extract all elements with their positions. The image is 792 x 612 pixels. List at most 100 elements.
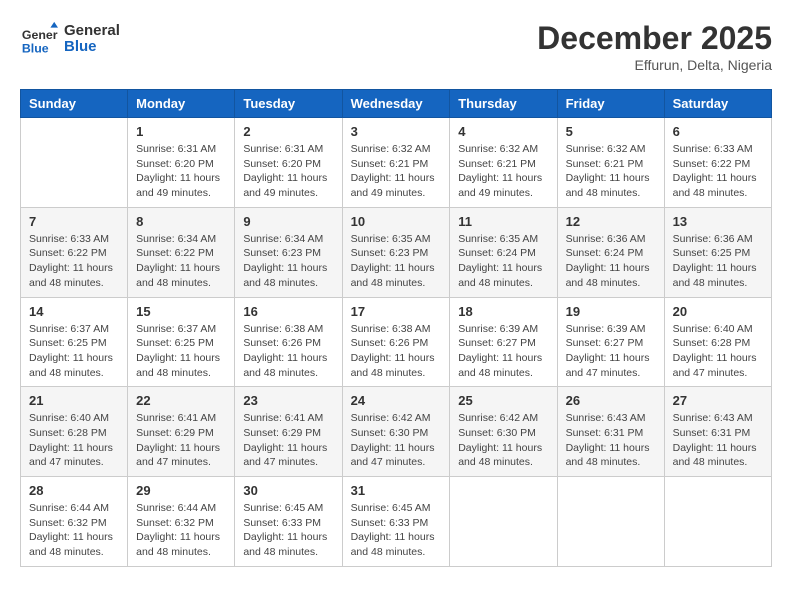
day-info: Sunrise: 6:43 AM Sunset: 6:31 PM Dayligh… [566, 411, 656, 470]
day-number: 17 [351, 304, 442, 319]
day-number: 3 [351, 124, 442, 139]
day-number: 20 [673, 304, 763, 319]
calendar-cell: 16 Sunrise: 6:38 AM Sunset: 6:26 PM Dayli… [235, 297, 342, 387]
day-header-tuesday: Tuesday [235, 90, 342, 118]
day-info: Sunrise: 6:31 AM Sunset: 6:20 PM Dayligh… [136, 142, 226, 201]
calendar-cell: 25 Sunrise: 6:42 AM Sunset: 6:30 PM Dayli… [450, 387, 557, 477]
calendar-cell: 7 Sunrise: 6:33 AM Sunset: 6:22 PM Daylig… [21, 207, 128, 297]
calendar-cell: 6 Sunrise: 6:33 AM Sunset: 6:22 PM Daylig… [664, 118, 771, 208]
day-info: Sunrise: 6:32 AM Sunset: 6:21 PM Dayligh… [351, 142, 442, 201]
calendar-cell: 4 Sunrise: 6:32 AM Sunset: 6:21 PM Daylig… [450, 118, 557, 208]
day-info: Sunrise: 6:40 AM Sunset: 6:28 PM Dayligh… [29, 411, 119, 470]
day-info: Sunrise: 6:35 AM Sunset: 6:23 PM Dayligh… [351, 232, 442, 291]
day-header-wednesday: Wednesday [342, 90, 450, 118]
day-info: Sunrise: 6:39 AM Sunset: 6:27 PM Dayligh… [458, 322, 548, 381]
calendar-cell: 28Sunrise: 6:44 AM Sunset: 6:32 PM Dayli… [21, 477, 128, 567]
day-number: 24 [351, 393, 442, 408]
svg-text:General: General [22, 28, 58, 42]
day-number: 15 [136, 304, 226, 319]
svg-text:Blue: Blue [22, 41, 49, 55]
calendar-cell [664, 477, 771, 567]
calendar-cell: 19 Sunrise: 6:39 AM Sunset: 6:27 PM Dayli… [557, 297, 664, 387]
calendar-cell: 17 Sunrise: 6:38 AM Sunset: 6:26 PM Dayli… [342, 297, 450, 387]
calendar-cell: 14 Sunrise: 6:37 AM Sunset: 6:25 PM Dayli… [21, 297, 128, 387]
day-info: Sunrise: 6:34 AM Sunset: 6:23 PM Dayligh… [243, 232, 333, 291]
logo: General Blue General Blue [20, 20, 120, 58]
day-number: 18 [458, 304, 548, 319]
day-number: 7 [29, 214, 119, 229]
day-info: Sunrise: 6:31 AM Sunset: 6:20 PM Dayligh… [243, 142, 333, 201]
day-info: Sunrise: 6:39 AM Sunset: 6:27 PM Dayligh… [566, 322, 656, 381]
day-info: Sunrise: 6:44 AM Sunset: 6:32 PM Dayligh… [29, 501, 119, 560]
day-number: 14 [29, 304, 119, 319]
calendar-cell: 18 Sunrise: 6:39 AM Sunset: 6:27 PM Dayli… [450, 297, 557, 387]
calendar-table: SundayMondayTuesdayWednesdayThursdayFrid… [20, 89, 772, 567]
day-info: Sunrise: 6:32 AM Sunset: 6:21 PM Dayligh… [566, 142, 656, 201]
day-number: 23 [243, 393, 333, 408]
day-info: Sunrise: 6:34 AM Sunset: 6:22 PM Dayligh… [136, 232, 226, 291]
day-number: 4 [458, 124, 548, 139]
calendar-cell: 23 Sunrise: 6:41 AM Sunset: 6:29 PM Dayli… [235, 387, 342, 477]
calendar-cell: 2 Sunrise: 6:31 AM Sunset: 6:20 PM Daylig… [235, 118, 342, 208]
calendar-cell: 5 Sunrise: 6:32 AM Sunset: 6:21 PM Daylig… [557, 118, 664, 208]
day-info: Sunrise: 6:33 AM Sunset: 6:22 PM Dayligh… [29, 232, 119, 291]
day-number: 26 [566, 393, 656, 408]
day-info: Sunrise: 6:37 AM Sunset: 6:25 PM Dayligh… [29, 322, 119, 381]
day-number: 13 [673, 214, 763, 229]
day-number: 1 [136, 124, 226, 139]
day-header-thursday: Thursday [450, 90, 557, 118]
day-number: 12 [566, 214, 656, 229]
day-info: Sunrise: 6:42 AM Sunset: 6:30 PM Dayligh… [351, 411, 442, 470]
day-number: 8 [136, 214, 226, 229]
day-number: 5 [566, 124, 656, 139]
day-info: Sunrise: 6:45 AM Sunset: 6:33 PM Dayligh… [351, 501, 442, 560]
day-header-monday: Monday [128, 90, 235, 118]
calendar-cell: 12Sunrise: 6:36 AM Sunset: 6:24 PM Dayli… [557, 207, 664, 297]
day-number: 6 [673, 124, 763, 139]
calendar-cell: 22 Sunrise: 6:41 AM Sunset: 6:29 PM Dayli… [128, 387, 235, 477]
calendar-cell: 15Sunrise: 6:37 AM Sunset: 6:25 PM Dayli… [128, 297, 235, 387]
day-number: 2 [243, 124, 333, 139]
day-number: 22 [136, 393, 226, 408]
day-header-saturday: Saturday [664, 90, 771, 118]
day-number: 30 [243, 483, 333, 498]
calendar-header-row: SundayMondayTuesdayWednesdayThursdayFrid… [21, 90, 772, 118]
day-info: Sunrise: 6:33 AM Sunset: 6:22 PM Dayligh… [673, 142, 763, 201]
day-number: 10 [351, 214, 442, 229]
day-number: 11 [458, 214, 548, 229]
calendar-cell [21, 118, 128, 208]
calendar-cell: 26 Sunrise: 6:43 AM Sunset: 6:31 PM Dayli… [557, 387, 664, 477]
day-info: Sunrise: 6:43 AM Sunset: 6:31 PM Dayligh… [673, 411, 763, 470]
calendar-cell: 29Sunrise: 6:44 AM Sunset: 6:32 PM Dayli… [128, 477, 235, 567]
calendar-cell: 8 Sunrise: 6:34 AM Sunset: 6:22 PM Daylig… [128, 207, 235, 297]
day-number: 16 [243, 304, 333, 319]
calendar-week-row: 21 Sunrise: 6:40 AM Sunset: 6:28 PM Dayli… [21, 387, 772, 477]
logo-icon: General Blue [20, 20, 58, 58]
calendar-cell: 20Sunrise: 6:40 AM Sunset: 6:28 PM Dayli… [664, 297, 771, 387]
calendar-week-row: 14 Sunrise: 6:37 AM Sunset: 6:25 PM Dayli… [21, 297, 772, 387]
calendar-cell: 13Sunrise: 6:36 AM Sunset: 6:25 PM Dayli… [664, 207, 771, 297]
calendar-cell [450, 477, 557, 567]
calendar-cell: 27Sunrise: 6:43 AM Sunset: 6:31 PM Dayli… [664, 387, 771, 477]
logo-general: General [64, 23, 120, 40]
day-number: 19 [566, 304, 656, 319]
calendar-cell: 31Sunrise: 6:45 AM Sunset: 6:33 PM Dayli… [342, 477, 450, 567]
calendar-cell: 1 Sunrise: 6:31 AM Sunset: 6:20 PM Daylig… [128, 118, 235, 208]
day-info: Sunrise: 6:38 AM Sunset: 6:26 PM Dayligh… [351, 322, 442, 381]
day-info: Sunrise: 6:41 AM Sunset: 6:29 PM Dayligh… [136, 411, 226, 470]
day-info: Sunrise: 6:35 AM Sunset: 6:24 PM Dayligh… [458, 232, 548, 291]
day-info: Sunrise: 6:41 AM Sunset: 6:29 PM Dayligh… [243, 411, 333, 470]
day-number: 25 [458, 393, 548, 408]
day-info: Sunrise: 6:38 AM Sunset: 6:26 PM Dayligh… [243, 322, 333, 381]
day-info: Sunrise: 6:45 AM Sunset: 6:33 PM Dayligh… [243, 501, 333, 560]
calendar-cell: 9Sunrise: 6:34 AM Sunset: 6:23 PM Daylig… [235, 207, 342, 297]
calendar-week-row: 28Sunrise: 6:44 AM Sunset: 6:32 PM Dayli… [21, 477, 772, 567]
logo-blue: Blue [64, 39, 120, 56]
day-info: Sunrise: 6:32 AM Sunset: 6:21 PM Dayligh… [458, 142, 548, 201]
calendar-week-row: 1 Sunrise: 6:31 AM Sunset: 6:20 PM Daylig… [21, 118, 772, 208]
calendar-cell: 30 Sunrise: 6:45 AM Sunset: 6:33 PM Dayli… [235, 477, 342, 567]
calendar-cell: 11 Sunrise: 6:35 AM Sunset: 6:24 PM Dayli… [450, 207, 557, 297]
day-number: 21 [29, 393, 119, 408]
calendar-cell: 21 Sunrise: 6:40 AM Sunset: 6:28 PM Dayli… [21, 387, 128, 477]
day-info: Sunrise: 6:42 AM Sunset: 6:30 PM Dayligh… [458, 411, 548, 470]
